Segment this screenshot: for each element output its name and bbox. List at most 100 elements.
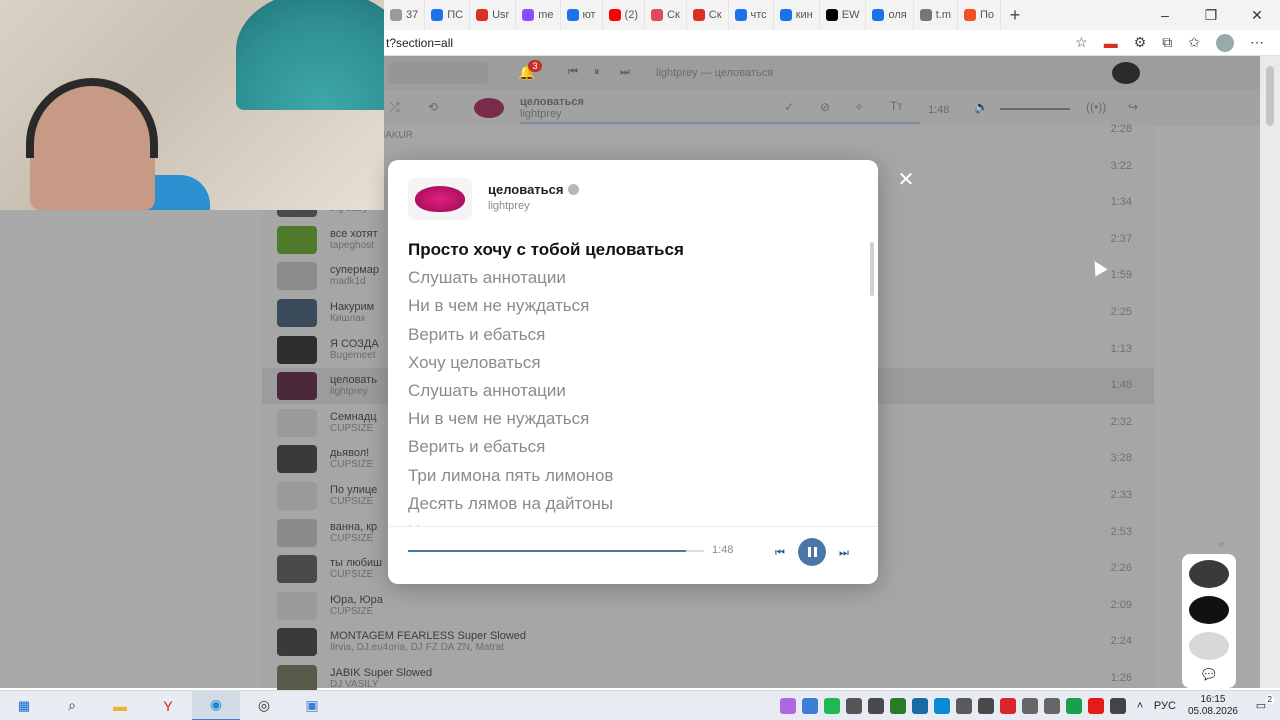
- browser-tab[interactable]: Ск: [687, 0, 729, 30]
- browser-tab[interactable]: EW: [820, 0, 867, 30]
- lyric-line[interactable]: Хочу целоваться: [408, 349, 848, 377]
- windows-start-icon[interactable]: ▦: [0, 691, 48, 720]
- track-title[interactable]: Накурим: [330, 301, 374, 313]
- browser-tab[interactable]: ПС: [425, 0, 471, 30]
- lyrics-scrollbar[interactable]: [870, 242, 874, 296]
- chat-icon[interactable]: 💬: [1202, 668, 1216, 681]
- pause-icon[interactable]: ⏸: [594, 66, 600, 79]
- browser-tab[interactable]: me: [516, 0, 561, 30]
- extension-icon[interactable]: ▬: [1104, 35, 1118, 51]
- puzzle-icon[interactable]: ⚙: [1134, 34, 1147, 51]
- close-window-button[interactable]: ✕: [1234, 7, 1280, 24]
- friend-avatar[interactable]: [1189, 596, 1229, 624]
- track-thumbnail[interactable]: [277, 335, 317, 364]
- language-indicator[interactable]: РУС: [1154, 700, 1176, 712]
- modal-track-artist[interactable]: lightprey: [488, 200, 530, 212]
- collections-icon[interactable]: ⧉: [1162, 34, 1172, 51]
- track-artist[interactable]: Кишлак: [330, 313, 365, 324]
- browser-tab[interactable]: (2): [603, 0, 645, 30]
- search-field[interactable]: [388, 62, 488, 84]
- lyric-line[interactable]: Верить и ебаться: [408, 321, 848, 349]
- lyrics-icon[interactable]: Tт: [890, 99, 903, 113]
- track-thumbnail[interactable]: [277, 445, 317, 474]
- track-artist[interactable]: CUPSIZE: [330, 569, 373, 580]
- browser-tab[interactable]: кин: [774, 0, 820, 30]
- pause-button[interactable]: [798, 538, 826, 566]
- track-thumbnail[interactable]: [277, 262, 317, 291]
- track-artist[interactable]: Bugemeet: [330, 350, 376, 361]
- lyric-line[interactable]: Слушать аннотации: [408, 264, 848, 292]
- page-scrollbar[interactable]: [1260, 56, 1280, 688]
- tray-app-icon[interactable]: [977, 697, 994, 714]
- scrollbar-thumb[interactable]: [1266, 66, 1274, 126]
- progress-bar[interactable]: [408, 550, 704, 552]
- app-window-icon[interactable]: ▣: [288, 691, 336, 720]
- track-row[interactable]: Юра, Юра CUPSIZE 2:09: [262, 588, 1154, 624]
- track-artist[interactable]: CUPSIZE: [330, 606, 373, 617]
- file-explorer-icon[interactable]: ▬: [96, 691, 144, 720]
- track-title[interactable]: Я СОЗДА: [330, 338, 379, 350]
- track-thumbnail[interactable]: [277, 665, 317, 693]
- lyrics-text[interactable]: Просто хочу с тобой целоваться Слушать ан…: [408, 236, 848, 526]
- track-title[interactable]: супермар: [330, 264, 379, 276]
- track-title[interactable]: JABIK Super Slowed: [330, 667, 432, 679]
- lyric-line[interactable]: Просто хочу с тобой целоваться: [408, 236, 848, 264]
- lyric-line[interactable]: Ни в чем не нуждаться: [408, 405, 848, 433]
- track-artist[interactable]: tapeghost: [330, 240, 374, 251]
- restore-button[interactable]: ❐: [1188, 7, 1234, 24]
- browser-tab[interactable]: ют: [561, 0, 603, 30]
- favorites-icon[interactable]: ✩: [1188, 34, 1200, 51]
- track-thumbnail[interactable]: [277, 591, 317, 620]
- track-title[interactable]: Юра, Юра: [330, 594, 383, 606]
- browser-tab[interactable]: 37: [384, 0, 426, 30]
- tray-app-icon[interactable]: [889, 697, 906, 714]
- profile-icon[interactable]: [1216, 33, 1234, 52]
- steam-icon[interactable]: [911, 697, 928, 714]
- track-title[interactable]: MONTAGEM FEARLESS Super Slowed: [330, 630, 526, 642]
- edge-browser-icon[interactable]: ◉: [192, 690, 240, 720]
- clock[interactable]: 16:15 05.08.2026: [1182, 694, 1244, 718]
- track-thumbnail[interactable]: [277, 482, 317, 510]
- track-artist[interactable]: CUPSIZE: [330, 459, 373, 470]
- track-thumbnail[interactable]: [277, 372, 317, 401]
- close-modal-button[interactable]: ✕: [896, 170, 916, 190]
- usb-icon[interactable]: [955, 697, 972, 714]
- lyric-line[interactable]: Слушать аннотации: [408, 377, 848, 405]
- track-thumbnail[interactable]: [277, 299, 317, 327]
- header-now-playing[interactable]: lightprey — целоваться: [656, 67, 773, 79]
- browser-tab[interactable]: Usr: [470, 0, 517, 30]
- star-icon[interactable]: ☆: [1075, 34, 1088, 51]
- browser-tab[interactable]: t.m: [914, 0, 959, 30]
- obs-icon[interactable]: ◎: [240, 691, 288, 720]
- collapse-chevron-icon[interactable]: «: [1218, 536, 1225, 551]
- player-title[interactable]: целоваться: [520, 96, 584, 108]
- track-thumbnail[interactable]: [277, 408, 317, 437]
- more-menu-icon[interactable]: ⋯: [1250, 34, 1264, 51]
- track-thumbnail[interactable]: [277, 555, 317, 584]
- tray-app-icon[interactable]: [823, 697, 840, 714]
- prev-icon[interactable]: ⏮: [768, 541, 792, 565]
- track-artist[interactable]: CUPSIZE: [330, 496, 373, 507]
- track-title[interactable]: все хотят: [330, 228, 378, 240]
- track-row[interactable]: MONTAGEM FEARLESS Super Slowed Ilrvia, DJ…: [262, 624, 1154, 660]
- track-artist[interactable]: madk1d: [330, 276, 366, 287]
- tray-app-icon[interactable]: [933, 697, 950, 714]
- next-track-icon[interactable]: ⏭: [620, 66, 630, 79]
- tray-app-icon[interactable]: [1087, 697, 1104, 714]
- track-thumbnail[interactable]: [277, 628, 317, 657]
- volume-slider[interactable]: [1000, 108, 1070, 110]
- prev-track-icon[interactable]: ⏮: [568, 66, 578, 79]
- track-row[interactable]: SLUE, LIL NAKUR2:28: [262, 112, 1154, 148]
- track-title[interactable]: целовать: [330, 374, 377, 386]
- lyric-line[interactable]: Накоплю еще немного: [408, 518, 848, 526]
- new-tab-button[interactable]: +: [1001, 5, 1029, 26]
- tray-app-icon[interactable]: [1065, 697, 1082, 714]
- track-title[interactable]: ванна, кр: [330, 521, 377, 533]
- lyric-line[interactable]: Верить и ебаться: [408, 433, 848, 461]
- track-thumbnail[interactable]: [277, 225, 317, 254]
- volume-icon[interactable]: [1043, 697, 1060, 714]
- track-title[interactable]: По улице: [330, 484, 377, 496]
- search-icon[interactable]: ⌕: [48, 691, 96, 720]
- network-icon[interactable]: [1021, 697, 1038, 714]
- browser-tab[interactable]: По: [958, 0, 1002, 30]
